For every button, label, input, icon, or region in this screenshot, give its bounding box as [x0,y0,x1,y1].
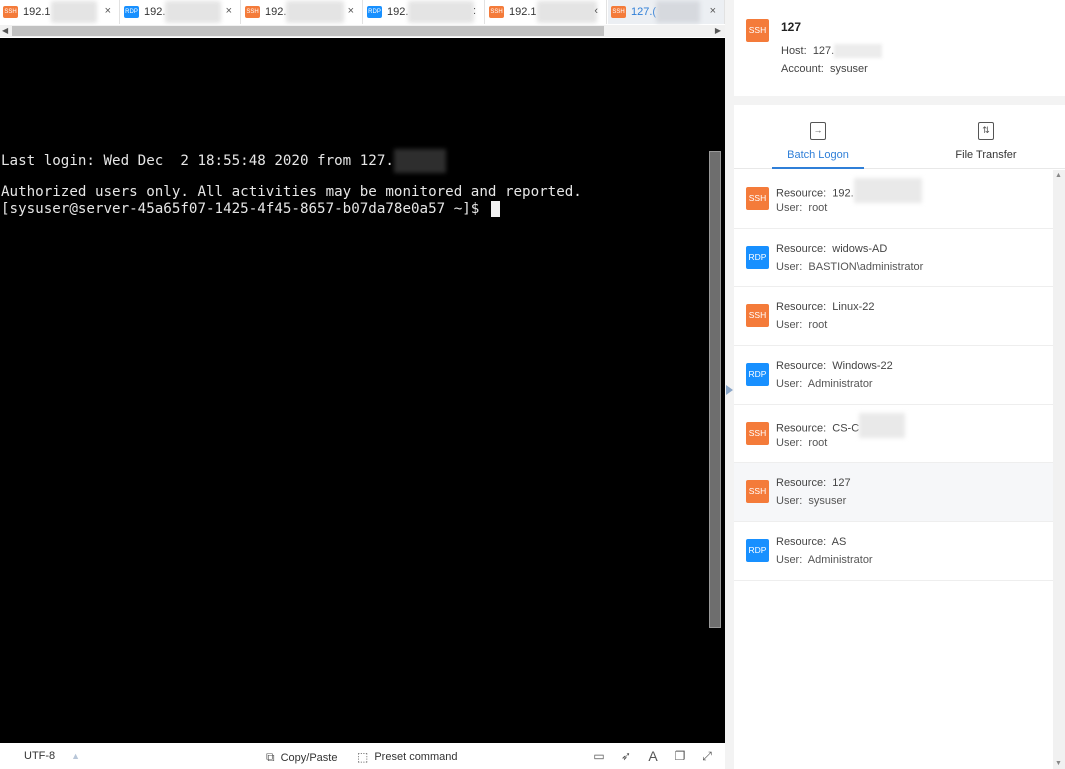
tab-label: File Transfer [955,149,1017,161]
scrollbar-thumb[interactable] [12,26,604,36]
scroll-up-icon[interactable]: ▲ [1055,172,1062,179]
close-icon[interactable]: × [105,5,111,17]
session-tab-6-active[interactable]: SSH 127.( × [608,0,725,24]
rdp-icon: RDP [746,363,769,387]
terminal-prompt: [sysuser@server-45a65f07-1425-4f45-8657-… [1,201,500,217]
collapse-icon[interactable] [726,385,733,395]
ssh-icon: SSH [245,6,260,18]
ssh-icon: SSH [3,6,18,18]
resource-scrollbar[interactable]: ▲ ▼ [1053,170,1065,769]
terminal-screen[interactable]: Last login: Wed Dec 2 18:55:48 2020 from… [0,38,725,743]
tab-label: 192. [387,6,409,18]
font-icon[interactable]: A [646,749,660,763]
session-tab-3[interactable]: SSH 192. × [242,0,363,24]
tab-file-transfer[interactable]: ⇅ File Transfer [940,105,1032,169]
side-panel: SSH 127 Host: 127. Account: sysuser → Ba… [734,0,1065,769]
rdp-icon: RDP [367,6,382,18]
scroll-left-icon[interactable]: ◀ [2,25,8,37]
terminal-line: Authorized users only. All activities ma… [1,184,582,200]
tab-label: 192. [144,6,166,18]
list-item[interactable]: RDP Resource: AS User: Administrator [734,522,1053,581]
fullscreen-icon[interactable]: ⤢ [700,749,714,763]
list-item[interactable]: SSH Resource: Linux-22 User: root [734,287,1053,347]
preset-command-button[interactable]: ⬚ Preset command [357,750,458,764]
tab-label: 192. [265,6,287,18]
close-icon[interactable]: × [710,5,716,17]
rdp-icon: RDP [746,539,769,563]
ssh-icon: SSH [746,480,769,504]
session-tab-5[interactable]: SSH 192.1 ‹ [486,0,607,24]
copy-paste-label: Copy/Paste [280,751,338,764]
session-tab-bar: SSH 192.1 × RDP 192. × SSH 192. × RDP 19… [0,0,725,38]
session-tab-2[interactable]: RDP 192. × [121,0,241,24]
ssh-icon: SSH [611,6,626,18]
tab-label: 127.( [631,6,657,18]
close-icon[interactable]: × [226,5,232,17]
tab-label: Batch Logon [787,149,849,161]
ssh-icon: SSH [746,187,769,210]
tab-batch-logon[interactable]: → Batch Logon [772,105,864,169]
file-transfer-icon: ⇅ [978,122,994,140]
panel-divider[interactable] [725,0,734,769]
close-icon[interactable]: × [348,5,354,17]
list-item-selected[interactable]: SSH Resource: 127 User: sysuser [734,463,1053,523]
encoding-label: UTF-8 [24,750,56,762]
list-item[interactable]: RDP Resource: widows-AD User: BASTION\ad… [734,228,1053,288]
resource-list: SSH Resource: 192. User: root RDP Resour… [734,170,1053,581]
encoding-select[interactable]: UTF-8 ▲ [24,750,80,762]
copy-paste-button[interactable]: ⧉ Copy/Paste [266,750,337,765]
tab-label: 192.1 [23,6,51,18]
list-item[interactable]: RDP Resource: Windows-22 User: Administr… [734,346,1053,405]
ssh-icon: SSH [746,421,769,445]
login-icon: → [810,122,826,140]
caret-up-icon: ▲ [71,751,81,761]
ssh-icon: SSH [746,19,769,42]
session-host: Host: 127. [781,44,883,58]
terminal-pane: SSH 192.1 × RDP 192. × SSH 192. × RDP 19… [0,0,725,769]
terminal-line: Last login: Wed Dec 2 18:55:48 2020 from… [1,149,446,173]
session-tab-1[interactable]: SSH 192.1 × [0,0,120,24]
session-account: Account: sysuser [781,63,868,75]
window-icon[interactable]: ❐ [673,749,687,763]
rdp-icon: RDP [746,245,769,269]
scroll-down-icon[interactable]: ▼ [1055,760,1062,767]
ssh-icon: SSH [489,6,504,18]
ssh-icon: SSH [746,304,769,328]
screen-icon[interactable]: ▭ [592,749,606,763]
tab-scrollbar[interactable]: ◀ ▶ [0,25,725,37]
preset-command-label: Preset command [374,751,458,763]
terminal-cursor [490,201,500,217]
close-icon[interactable]: ‹ [594,5,598,17]
command-icon: ⬚ [357,750,369,764]
list-item[interactable]: SSH Resource: CS-C User: root [734,404,1053,464]
session-name: 127 [781,20,802,34]
session-tab-4[interactable]: RDP 192. : [364,0,485,24]
rdp-icon: RDP [124,6,139,18]
close-icon[interactable]: : [473,5,476,17]
panel-tabs: → Batch Logon ⇅ File Transfer [734,105,1065,169]
send-icon[interactable]: ➶ [619,749,633,763]
list-item[interactable]: SSH Resource: 192. User: root [734,170,1053,229]
terminal-toolbar: UTF-8 ▲ ⧉ Copy/Paste ⬚ Preset command ▭ … [0,743,725,769]
terminal-scrollbar[interactable] [709,151,721,628]
tab-label: 192.1 [509,6,537,18]
clipboard-icon: ⧉ [266,750,275,764]
scroll-right-icon[interactable]: ▶ [715,25,721,37]
